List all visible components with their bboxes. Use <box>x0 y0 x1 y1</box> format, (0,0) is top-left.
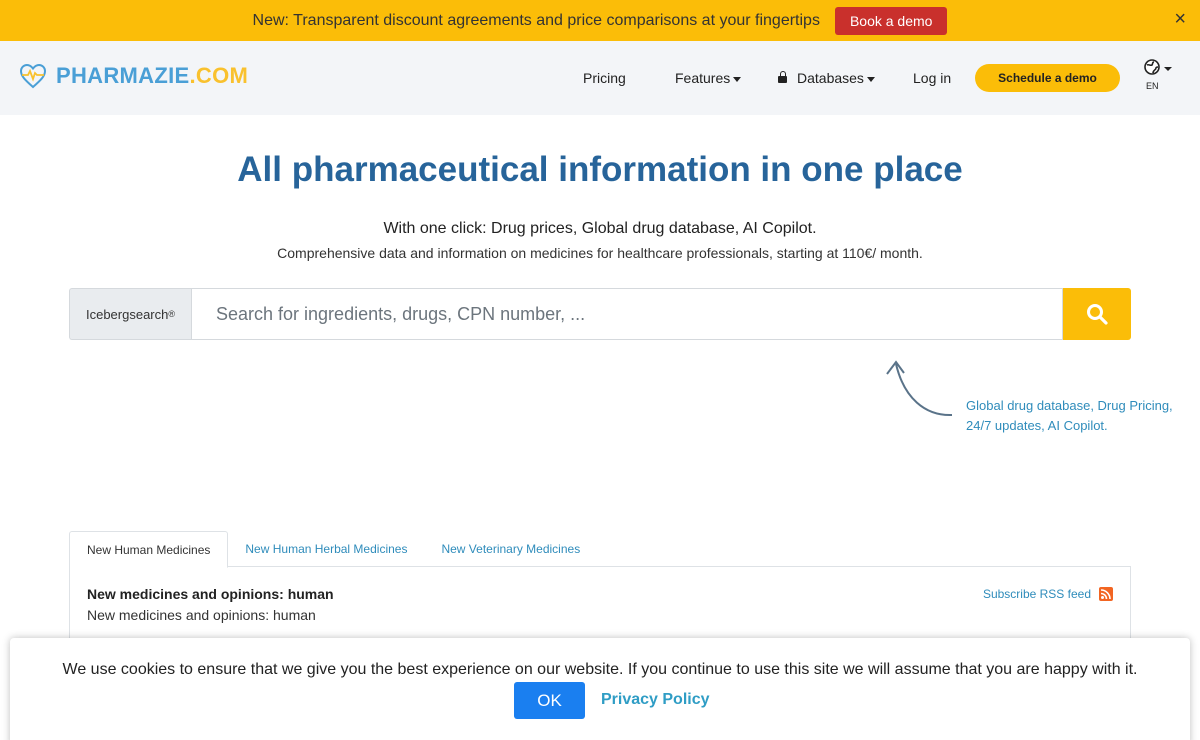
nav-databases-label: Databases <box>797 70 864 86</box>
cookie-banner: We use cookies to ensure that we give yo… <box>10 638 1190 740</box>
search-bar: Icebergsearch ® <box>69 288 1131 340</box>
hero-subtitle: With one click: Drug prices, Global drug… <box>383 220 817 237</box>
globe-icon <box>1144 59 1172 75</box>
search-input[interactable] <box>191 288 1063 340</box>
rss-label: Subscribe RSS feed <box>982 587 1091 601</box>
registered-mark: ® <box>168 309 176 319</box>
panel-title: New medicines and opinions: human <box>87 586 334 602</box>
heart-pulse-icon <box>19 63 47 89</box>
announcement-text: New: Transparent discount agreements and… <box>252 11 820 29</box>
caret-down-icon <box>866 76 875 82</box>
search-label: Icebergsearch ® <box>69 288 191 340</box>
rss-icon <box>1099 587 1113 601</box>
search-button[interactable] <box>1063 288 1131 340</box>
nav-login[interactable]: Log in <box>913 70 951 86</box>
nav-pricing[interactable]: Pricing <box>583 70 626 86</box>
tab-new-human-medicines[interactable]: New Human Medicines <box>69 531 229 568</box>
site-header: PHARMAZIE.COM Pricing Features Databases… <box>0 41 1200 115</box>
search-hint: Global drug database, Drug Pricing, 24/7… <box>966 398 1173 433</box>
panel-description: New medicines and opinions: human <box>87 607 316 623</box>
caret-down-icon <box>733 76 742 82</box>
tab-new-veterinary-medicines[interactable]: New Veterinary Medicines <box>424 531 597 567</box>
language-code: EN <box>1146 81 1159 91</box>
lock-icon <box>778 71 787 83</box>
cookie-ok-button[interactable]: OK <box>514 682 585 719</box>
logo-text: PHARMAZIE.COM <box>56 63 249 88</box>
page-title: All pharmaceutical information in one pl… <box>237 150 963 189</box>
curved-arrow-icon <box>886 360 953 417</box>
announcement-bar: New: Transparent discount agreements and… <box>0 0 1200 41</box>
tab-new-human-herbal-medicines[interactable]: New Human Herbal Medicines <box>228 531 424 567</box>
language-selector[interactable] <box>1144 59 1174 82</box>
close-icon[interactable]: × <box>1174 9 1186 29</box>
cookie-text: We use cookies to ensure that we give yo… <box>62 661 1138 678</box>
rss-subscribe-link[interactable]: Subscribe RSS feed <box>983 587 1113 601</box>
hero-description: Comprehensive data and information on me… <box>277 245 923 261</box>
nav-features-label: Features <box>675 70 731 86</box>
logo[interactable]: PHARMAZIE.COM <box>19 63 248 89</box>
nav-features[interactable]: Features <box>675 70 742 86</box>
schedule-demo-button[interactable]: Schedule a demo <box>975 64 1120 92</box>
medicine-tabs: New Human Medicines New Human Herbal Med… <box>69 531 1131 568</box>
search-icon <box>1087 304 1108 325</box>
nav-databases[interactable]: Databases <box>778 70 875 86</box>
book-demo-button[interactable]: Book a demo <box>834 6 948 35</box>
privacy-policy-link[interactable]: Privacy Policy <box>601 691 710 709</box>
search-label-text: Icebergsearch <box>85 306 169 322</box>
